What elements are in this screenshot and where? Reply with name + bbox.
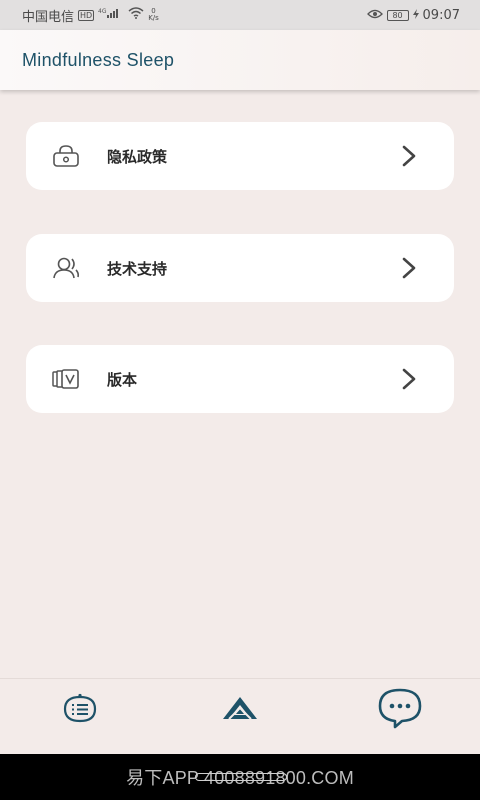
nav-chat-button[interactable] [376, 687, 424, 733]
menu-item-tech-support[interactable]: 技术支持 [26, 234, 454, 302]
system-nav-bar: 易下APP 4008891800.COM [0, 754, 480, 800]
mountain-logo-icon [221, 695, 259, 727]
page-title: Mindfulness Sleep [22, 49, 175, 70]
menu-item-privacy-policy[interactable]: 隐私政策 [26, 122, 454, 190]
chevron-right-icon [402, 368, 420, 390]
wifi-icon [128, 7, 144, 23]
chevron-right-icon [402, 145, 420, 167]
list-icon [61, 693, 99, 729]
clock: 09:07 [422, 7, 460, 23]
lock-icon [52, 142, 80, 170]
app-header: Mindfulness Sleep [0, 30, 480, 90]
carrier-name: 中国电信 [22, 9, 75, 25]
charging-icon [412, 8, 419, 23]
nav-home-button[interactable] [218, 691, 262, 731]
network-type: 4G [98, 8, 107, 15]
home-indicator[interactable] [195, 773, 287, 781]
menu-item-label: 技术支持 [107, 259, 168, 278]
menu-item-version[interactable]: 版本 [26, 345, 454, 413]
eye-icon [366, 8, 383, 23]
menu-item-label: 隐私政策 [107, 147, 168, 166]
chevron-right-icon [402, 257, 420, 279]
nav-list-button[interactable] [58, 691, 102, 731]
status-bar: 中国电信 HD 4G 0 K/s 80 09:07 [0, 0, 480, 30]
signal-icon: 4G [98, 7, 124, 23]
network-speed: 0 K/s [148, 7, 159, 22]
hd-badge: HD [78, 9, 95, 21]
support-people-icon [52, 254, 80, 282]
version-cards-icon [52, 365, 80, 393]
battery-indicator: 80 [386, 9, 409, 21]
bottom-nav [0, 678, 480, 754]
chat-bubble-icon [377, 687, 423, 733]
menu-item-label: 版本 [107, 370, 138, 389]
